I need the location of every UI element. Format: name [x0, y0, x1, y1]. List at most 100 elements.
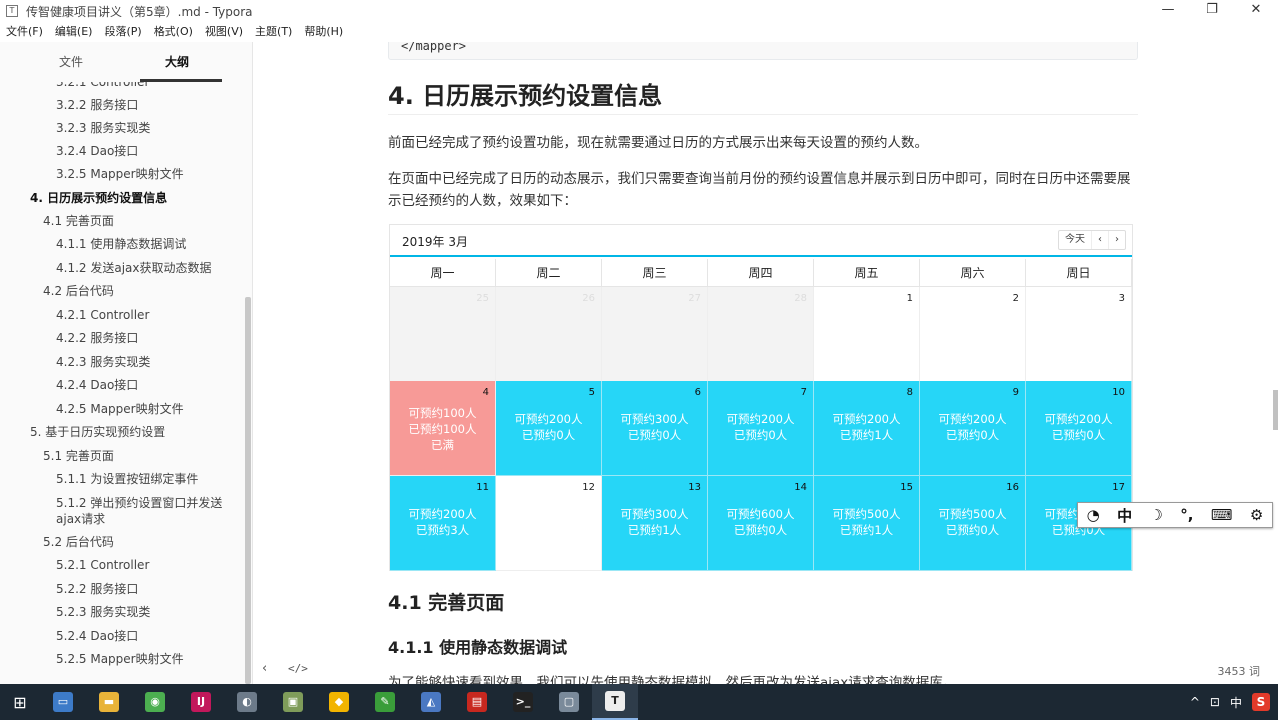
calendar-day-cell[interactable]: 11 可预约200人 已预约3人: [390, 476, 496, 571]
outline-item[interactable]: 5.1 完善页面: [43, 448, 114, 464]
ime-moon-icon[interactable]: ☽: [1149, 506, 1162, 524]
menu-format[interactable]: 格式(O): [148, 22, 199, 42]
outline-item[interactable]: 5.1.1 为设置按钮绑定事件: [56, 471, 198, 487]
menu-file[interactable]: 文件(F): [0, 22, 49, 42]
calendar-day-cell[interactable]: 4 可预约100人 已预约100人 已满: [390, 381, 496, 476]
outline-item[interactable]: 4.2.5 Mapper映射文件: [56, 401, 184, 417]
outline-item[interactable]: 3.2.2 服务接口: [56, 97, 138, 113]
booking-info: 可预约200人: [726, 412, 795, 426]
intellij-icon[interactable]: IJ: [178, 684, 224, 720]
calendar-day-cell[interactable]: 7 可预约200人 已预约0人: [708, 381, 814, 476]
outline-item[interactable]: 4.2.4 Dao接口: [56, 377, 138, 393]
tray-sogou-icon[interactable]: S: [1252, 693, 1270, 711]
outline-item[interactable]: 3.2.1 Controller: [56, 82, 149, 90]
outline-item[interactable]: 4.2.2 服务接口: [56, 330, 138, 346]
main-scrollbar[interactable]: [1273, 390, 1278, 430]
window-icon[interactable]: ▢: [546, 684, 592, 720]
calendar-day-cell[interactable]: 1: [814, 287, 920, 382]
outline-item[interactable]: 4.2.1 Controller: [56, 307, 149, 323]
outline-item[interactable]: 4.2.3 服务实现类: [56, 354, 150, 370]
sidebar-scrollbar[interactable]: [245, 297, 251, 684]
calendar-day-cell[interactable]: 10 可预约200人 已预约0人: [1026, 381, 1132, 476]
taskbar-app-glyph: ◭: [421, 692, 441, 712]
image-icon[interactable]: ▣: [270, 684, 316, 720]
desktop-icon[interactable]: ▭: [40, 684, 86, 720]
calendar-day-cell[interactable]: 9 可预约200人 已预约0人: [920, 381, 1026, 476]
outline-item[interactable]: 5.2.3 服务实现类: [56, 604, 150, 620]
outline-item[interactable]: 4.2 后台代码: [43, 283, 114, 299]
menu-view[interactable]: 视图(V): [199, 22, 249, 42]
folder-icon[interactable]: ▬: [86, 684, 132, 720]
ime-settings-icon[interactable]: ⚙: [1250, 506, 1263, 524]
outline-item[interactable]: 5.2 后台代码: [43, 534, 114, 550]
tool-icon[interactable]: ◐: [224, 684, 270, 720]
calendar-day-cell[interactable]: 2: [920, 287, 1026, 382]
taskbar-app-glyph: ▣: [283, 692, 303, 712]
ime-punctuation-icon[interactable]: °,: [1180, 506, 1193, 524]
redis-icon[interactable]: ▤: [454, 684, 500, 720]
outline-item[interactable]: 5.2.5 Mapper映射文件: [56, 651, 184, 667]
code-block[interactable]: </mapper>: [388, 42, 1138, 60]
outline-item[interactable]: 5. 基于日历实现预约设置: [30, 424, 165, 440]
tray-network-icon[interactable]: ⊡: [1210, 695, 1220, 709]
menu-edit[interactable]: 编辑(E): [49, 22, 99, 42]
outline-item[interactable]: 4.1.2 发送ajax获取动态数据: [56, 260, 212, 276]
ime-logo-icon[interactable]: ◔: [1087, 506, 1100, 524]
outline-item[interactable]: 3.2.5 Mapper映射文件: [56, 166, 184, 182]
source-mode-button[interactable]: </>: [288, 662, 308, 675]
menu-theme[interactable]: 主题(T): [249, 22, 298, 42]
paint-icon[interactable]: ◭: [408, 684, 454, 720]
ime-keyboard-icon[interactable]: ⌨: [1211, 506, 1233, 524]
menu-paragraph[interactable]: 段落(P): [98, 22, 147, 42]
outline-item[interactable]: 5.2.4 Dao接口: [56, 628, 138, 644]
notepad-icon[interactable]: ✎: [362, 684, 408, 720]
minimize-button[interactable]: —: [1146, 0, 1190, 22]
outline-item[interactable]: 5.1.2 弹出预约设置窗口并发送ajax请求: [56, 495, 231, 527]
outline-item[interactable]: 3.2.4 Dao接口: [56, 143, 138, 159]
prev-month-button[interactable]: ‹: [1091, 231, 1108, 249]
calendar-day-cell[interactable]: 12: [496, 476, 602, 571]
booking-info: 可预约200人: [514, 412, 583, 426]
ime-toolbar: ◔ 中 ☽ °, ⌨ ⚙: [1077, 502, 1273, 528]
tab-files[interactable]: 文件: [36, 42, 106, 82]
calendar-day-cell[interactable]: 14 可预约600人 已预约0人: [708, 476, 814, 571]
ime-chinese-mode[interactable]: 中: [1117, 505, 1132, 526]
close-button[interactable]: ✕: [1234, 0, 1278, 22]
taskbar: ⊞ ▭ ▬ ◉ IJ ◐ ▣ ◆ ✎ ◭ ▤ >_ ▢ T ^ ⊡ 中 S: [0, 684, 1278, 720]
menu-help[interactable]: 帮助(H): [298, 22, 349, 42]
calendar-day-cell[interactable]: 25: [390, 287, 496, 382]
tray-ime-indicator[interactable]: 中: [1230, 694, 1242, 711]
outline-item[interactable]: 3.2.3 服务实现类: [56, 120, 150, 136]
chrome-icon[interactable]: ◉: [132, 684, 178, 720]
app-yellow-icon[interactable]: ◆: [316, 684, 362, 720]
typora-icon[interactable]: T: [592, 684, 638, 720]
terminal-icon[interactable]: >_: [500, 684, 546, 720]
tray-expand-icon[interactable]: ^: [1190, 695, 1200, 709]
taskbar-app-glyph: ◆: [329, 692, 349, 712]
calendar-day-cell[interactable]: 5 可预约200人 已预约0人: [496, 381, 602, 476]
tab-outline[interactable]: 大纲: [140, 42, 222, 82]
calendar-day-cell[interactable]: 15 可预约500人 已预约1人: [814, 476, 920, 571]
outline-item[interactable]: 5.2.2 服务接口: [56, 581, 138, 597]
sidebar-toggle-button[interactable]: ‹: [262, 661, 267, 676]
word-count[interactable]: 3453 词: [1218, 663, 1261, 679]
windows-start-icon[interactable]: ⊞: [0, 684, 40, 720]
calendar-day-cell[interactable]: 8 可预约200人 已预约1人: [814, 381, 920, 476]
calendar-day-cell[interactable]: 27: [602, 287, 708, 382]
calendar-day-cell[interactable]: 16 可预约500人 已预约0人: [920, 476, 1026, 571]
code-line: </mapper>: [401, 42, 467, 53]
booking-info: 可预约100人: [408, 406, 477, 420]
calendar-day-cell[interactable]: 28: [708, 287, 814, 382]
outline-item[interactable]: 5.2.1 Controller: [56, 557, 149, 573]
next-month-button[interactable]: ›: [1108, 231, 1125, 249]
calendar-day-cell[interactable]: 13 可预约300人 已预约1人: [602, 476, 708, 571]
outline-item[interactable]: 4.1.1 使用静态数据调试: [56, 236, 186, 252]
calendar-day-cell[interactable]: 6 可预约300人 已预约0人: [602, 381, 708, 476]
calendar-day-cell[interactable]: 26: [496, 287, 602, 382]
today-button[interactable]: 今天: [1059, 231, 1091, 249]
outline-item[interactable]: 4.1 完善页面: [43, 213, 114, 229]
calendar-day-cell[interactable]: 3: [1026, 287, 1132, 382]
outline-item[interactable]: 4. 日历展示预约设置信息: [30, 190, 167, 206]
sidebar: 文件 大纲 3.2.1 Controller 3.2.2 服务接口 3.2.3 服务…: [0, 42, 253, 684]
maximize-button[interactable]: ❐: [1190, 0, 1234, 22]
